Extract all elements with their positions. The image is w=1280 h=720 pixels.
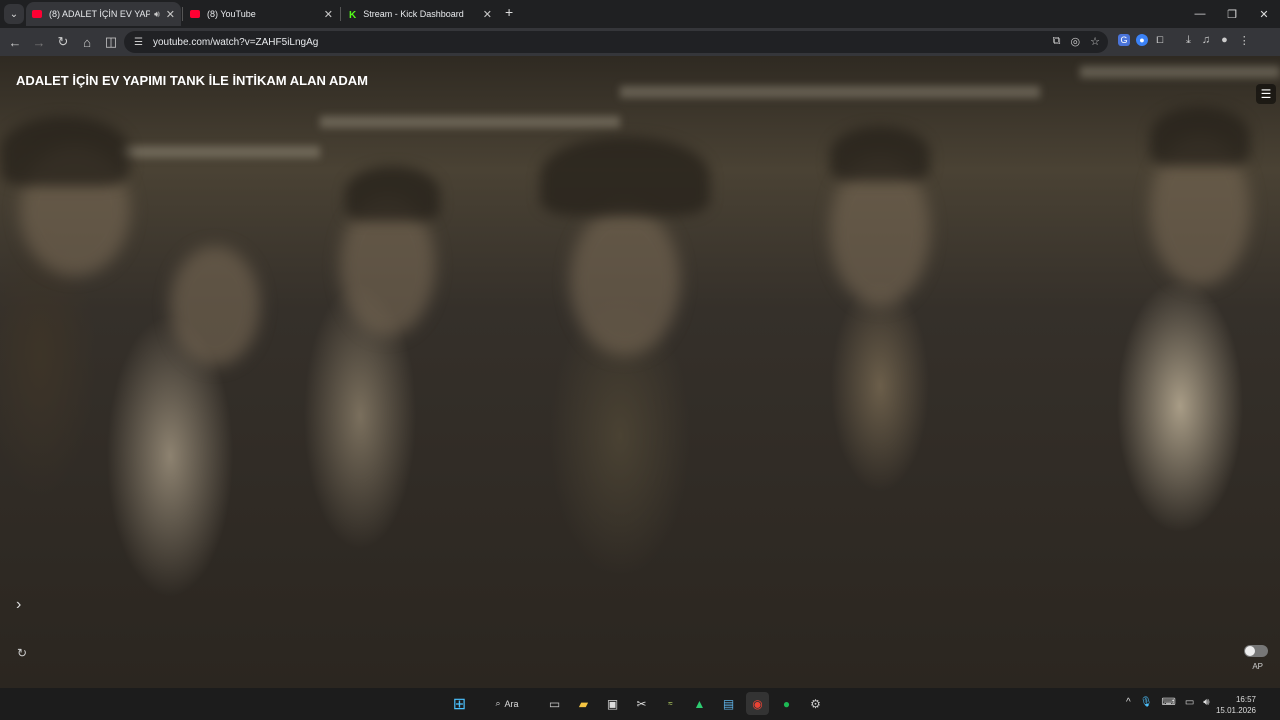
chevron-up-icon[interactable]: ^ [1126,697,1131,708]
search-label: Ara [504,698,519,709]
tracking-eye-icon[interactable]: ◎ [1071,35,1081,48]
task-view-icon[interactable]: ▭ [543,692,566,715]
browser-toolbar: ← → ↻ ⌂ ◫ ☰ youtube.com/watch?v=ZAHF5iLn… [0,28,1280,56]
close-icon[interactable]: ✕ [166,8,175,21]
autoplay-label: AP [1252,662,1263,671]
autoplay-toggle[interactable] [1244,645,1268,657]
search-icon: ⌕ [495,698,501,708]
youtube-icon [190,10,200,18]
restore-icon[interactable]: ❐ [1216,0,1248,28]
bookmark-star-icon[interactable]: ☆ [1090,35,1100,48]
clock-time: 16:57 [1235,695,1256,704]
next-arrow-button[interactable]: › [16,596,21,614]
home-icon[interactable]: ⌂ [75,35,99,50]
site-info-icon[interactable]: ☰ [134,37,143,48]
clock-date: 15.01.2026 [1215,706,1256,715]
menu-dots-icon[interactable]: ⋮ [1239,34,1250,47]
app-icon[interactable]: ≈ [659,692,682,715]
taskbar: ⊞ ⌕ Ara ▭ ▰ ▣ ✂ ≈ ▲ ▤ ◉ ● ⚙ ^ 🎙︎ ⌨ ▭ 🔊︎ … [0,688,1280,720]
video-player[interactable]: ADALET İÇİN EV YAPIMI TANK İLE İNTİKAM A… [0,56,1280,688]
speaker-icon[interactable]: 🔊︎ [154,9,160,20]
extensions: G ● ⧠ [1118,34,1166,46]
translate-extension-icon[interactable]: G [1118,34,1130,46]
new-tab-button[interactable]: + [505,4,513,20]
avatar[interactable]: ● [1221,34,1228,47]
store-icon[interactable]: ▣ [601,692,624,715]
settings-gear-icon[interactable]: ⚙ [804,692,827,715]
keyboard-icon[interactable]: ⌨ [1161,697,1175,708]
player-menu-button[interactable]: ☰ [1256,84,1276,104]
video-title: ADALET İÇİN EV YAPIMI TANK İLE İNTİKAM A… [16,73,368,88]
snipping-icon[interactable]: ✂ [630,692,653,715]
toolbar-right: ⤓ ♫ ● ⋮ [1186,34,1250,47]
download-icon[interactable]: ⤓ [1186,34,1191,47]
media-control-icon[interactable]: ♫ [1202,34,1210,47]
chevron-down-icon: ⌄ [9,8,19,20]
volume-icon[interactable]: 🔊︎ [1203,697,1209,708]
youtube-icon [32,10,42,18]
taskbar-search[interactable]: ⌕ Ara [477,692,537,715]
tab-label: Stream - Kick Dashboard [363,9,464,19]
refresh-icon: ↻ [17,646,28,660]
chrome-icon[interactable]: ◉ [746,692,769,715]
file-explorer-icon[interactable]: ▰ [572,692,595,715]
install-app-icon[interactable]: ⧉ [1053,35,1061,48]
plus-icon: + [505,4,514,20]
spotify-icon[interactable]: ● [775,692,798,715]
forward-icon[interactable]: → [27,35,51,50]
window-app-icon[interactable]: ▤ [717,692,740,715]
tab-video[interactable]: (8) ADALET İÇİN EV YAPIMI 🔊︎ ✕ [26,2,181,26]
reload-icon[interactable]: ↻ [51,34,75,50]
display-icon[interactable]: ▭ [1185,697,1194,708]
chevron-right-icon: › [16,596,22,613]
kick-icon: K [349,10,357,21]
system-tray: ^ 🎙︎ ⌨ ▭ 🔊︎ [1126,697,1210,708]
replay-button[interactable]: ↻ [17,646,27,660]
puzzle-icon[interactable]: ⧠ [1154,34,1166,46]
split-view-icon[interactable]: ◫ [99,34,123,50]
window-controls: — ❐ ✕ [1184,0,1280,28]
microphone-icon[interactable]: 🎙︎ [1140,697,1153,708]
tab-kick[interactable]: K Stream - Kick Dashboard ✕ [343,2,498,26]
clock[interactable]: 16:57 15.01.2026 [1216,694,1256,716]
back-icon[interactable]: ← [3,35,27,50]
close-window-icon[interactable]: ✕ [1248,0,1280,28]
green-app-icon[interactable]: ▲ [688,692,711,715]
close-icon[interactable]: ✕ [483,8,492,21]
tab-label: (8) ADALET İÇİN EV YAPIMI [49,9,151,19]
tab-strip: ⌄ (8) ADALET İÇİN EV YAPIMI 🔊︎ ✕ (8) You… [0,0,1280,28]
tab-youtube[interactable]: (8) YouTube ✕ [184,2,339,26]
windows-start-icon[interactable]: ⊞ [448,692,471,715]
url-text: youtube.com/watch?v=ZAHF5iLngAg [152,36,319,48]
blue-extension-icon[interactable]: ● [1136,34,1148,46]
tab-label: (8) YouTube [207,9,256,19]
close-icon[interactable]: ✕ [324,8,333,21]
hamburger-icon: ☰ [1260,87,1272,101]
tab-search-button[interactable]: ⌄ [4,4,24,24]
minimize-icon[interactable]: — [1184,0,1216,28]
address-bar[interactable]: ☰ youtube.com/watch?v=ZAHF5iLngAg ⧉ ◎ ☆ [124,31,1108,53]
